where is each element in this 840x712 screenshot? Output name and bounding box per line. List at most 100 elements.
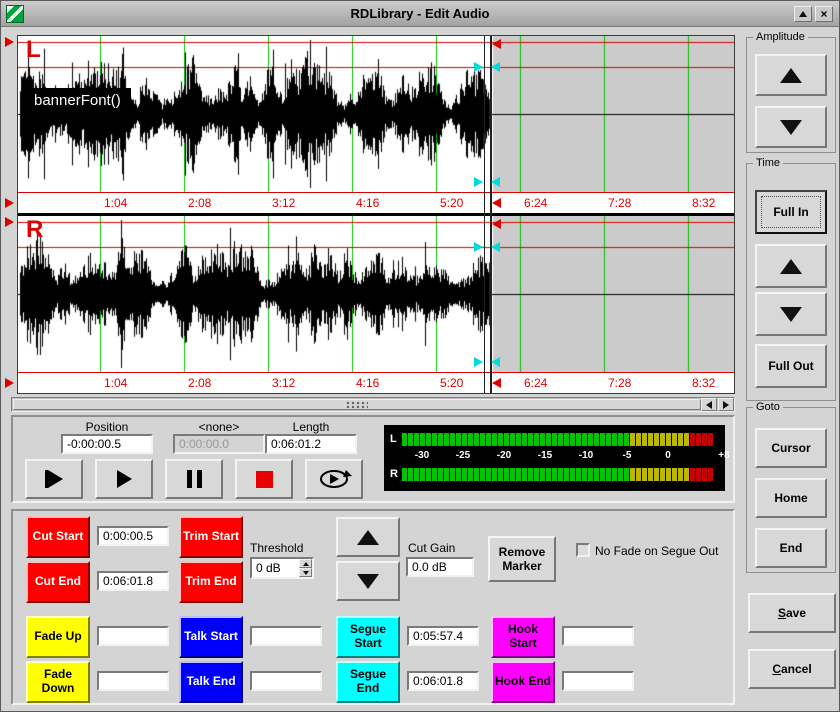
cut-start-marker[interactable] (5, 198, 14, 208)
meter-segment (606, 468, 611, 481)
meter-segment (582, 468, 587, 481)
segue-start-marker[interactable] (474, 242, 483, 252)
talk-start-field[interactable] (250, 626, 322, 646)
trim-end-button[interactable]: Trim End (179, 561, 243, 603)
segue-start-marker[interactable] (474, 177, 483, 187)
cut-end-line[interactable] (490, 36, 492, 393)
time-label: 6:24 (524, 376, 547, 390)
play-from-start-button[interactable] (25, 459, 83, 499)
waveform-scrollbar[interactable] (11, 397, 735, 412)
position-field[interactable] (61, 434, 153, 454)
talk-start-button[interactable]: Talk Start (179, 616, 243, 658)
gain-up-button[interactable] (336, 517, 400, 557)
scroll-right-button[interactable] (718, 398, 734, 411)
loop-button[interactable] (305, 459, 363, 499)
fade-up-button[interactable]: Fade Up (26, 616, 90, 658)
hook-start-field[interactable] (562, 626, 634, 646)
remove-marker-button[interactable]: Remove Marker (488, 536, 556, 582)
stop-button[interactable] (235, 459, 293, 499)
meter-segment (666, 433, 671, 446)
time-axis-right: 1:042:083:124:165:206:247:288:32 (18, 372, 734, 392)
cut-end-marker[interactable] (492, 39, 501, 49)
play-icon (117, 470, 132, 488)
time-up-button[interactable] (755, 244, 827, 288)
transport-panel: Position <none> Length L -30-25-20-15-10… (11, 415, 735, 503)
segue-start-marker[interactable] (474, 357, 483, 367)
titlebar[interactable]: RDLibrary - Edit Audio × (1, 1, 839, 27)
meter-scale-label: -30 (415, 450, 429, 461)
cut-start-field[interactable] (97, 526, 169, 546)
cut-end-marker[interactable] (492, 219, 501, 229)
segue-end-field[interactable] (407, 671, 479, 691)
cut-end-button[interactable]: Cut End (26, 561, 90, 603)
meter-segment (420, 468, 425, 481)
waveform-left-canvas[interactable] (18, 36, 734, 192)
segue-end-button[interactable]: Segue End (336, 661, 400, 703)
meter-scale-label: -15 (538, 450, 552, 461)
fade-down-button[interactable]: Fade Down (26, 661, 90, 703)
full-out-button[interactable]: Full Out (755, 344, 827, 388)
threshold-spin-down[interactable] (299, 568, 312, 577)
cut-description-banner: bannerFont() (24, 88, 131, 113)
no-fade-checkbox[interactable] (576, 543, 590, 557)
time-down-button[interactable] (755, 292, 827, 336)
amplitude-up-button[interactable] (755, 54, 827, 96)
play-button[interactable] (95, 459, 153, 499)
meter-segment (570, 433, 575, 446)
cut-start-marker[interactable] (5, 378, 14, 388)
segue-start-field[interactable] (407, 626, 479, 646)
meter-segment (546, 433, 551, 446)
gain-down-button[interactable] (336, 561, 400, 601)
cut-start-marker[interactable] (5, 217, 14, 227)
meter-segment (414, 433, 419, 446)
segue-start-marker[interactable] (474, 62, 483, 72)
goto-cursor-button[interactable]: Cursor (755, 428, 827, 468)
meter-scale-label: -5 (623, 450, 632, 461)
goto-end-button[interactable]: End (755, 528, 827, 568)
talk-end-field[interactable] (250, 671, 322, 691)
fade-down-field[interactable] (97, 671, 169, 691)
meter-segment (522, 433, 527, 446)
segue-end-marker[interactable] (491, 242, 500, 252)
cut-end-marker[interactable] (492, 198, 501, 208)
talk-end-button[interactable]: Talk End (179, 661, 243, 703)
meter-segment (648, 433, 653, 446)
meter-scale-label: -25 (456, 450, 470, 461)
segue-end-marker[interactable] (491, 62, 500, 72)
segue-end-marker[interactable] (491, 357, 500, 367)
scroll-right-icon (723, 401, 729, 409)
pause-icon (187, 470, 202, 488)
scroll-left-button[interactable] (701, 398, 717, 411)
threshold-spin-up[interactable] (299, 559, 312, 568)
segue-start-button[interactable]: Segue Start (336, 616, 400, 658)
shade-button[interactable] (794, 6, 812, 22)
fade-up-field[interactable] (97, 626, 169, 646)
cut-end-field[interactable] (97, 571, 169, 591)
cut-gain-field[interactable] (406, 557, 474, 577)
cut-start-button[interactable]: Cut Start (26, 516, 90, 558)
meter-segment (402, 468, 407, 481)
save-button[interactable]: Save (748, 593, 836, 633)
meter-segment (600, 433, 605, 446)
trim-start-button[interactable]: Trim Start (179, 516, 243, 558)
goto-home-button[interactable]: Home (755, 478, 827, 518)
length-field[interactable] (265, 434, 357, 454)
waveform-right-canvas[interactable] (18, 216, 734, 372)
cancel-button[interactable]: Cancel (748, 649, 836, 689)
segue-start-line[interactable] (484, 36, 485, 393)
meter-right-label: R (390, 468, 398, 480)
pause-button[interactable] (165, 459, 223, 499)
hook-end-button[interactable]: Hook End (491, 661, 555, 703)
cut-end-marker[interactable] (492, 378, 501, 388)
hook-end-field[interactable] (562, 671, 634, 691)
meter-segment (702, 468, 707, 481)
spin-up-icon (303, 562, 309, 566)
scrollbar-thumb[interactable] (13, 399, 701, 410)
amplitude-down-button[interactable] (755, 106, 827, 148)
segue-end-marker[interactable] (491, 177, 500, 187)
meter-segment (606, 433, 611, 446)
cut-start-marker[interactable] (5, 37, 14, 47)
hook-start-button[interactable]: Hook Start (491, 616, 555, 658)
full-in-button[interactable]: Full In (755, 190, 827, 234)
close-button[interactable]: × (815, 6, 833, 22)
